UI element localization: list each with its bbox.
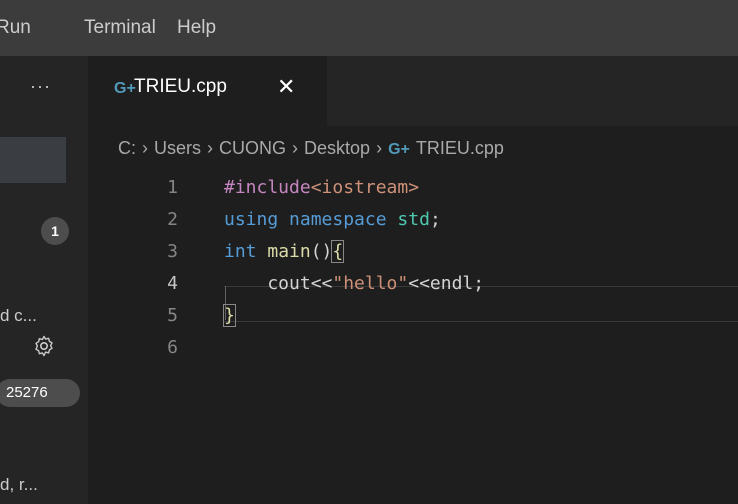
code-line[interactable]: 6	[88, 332, 738, 364]
code-text: cout<<"hello"<<endl;	[224, 268, 484, 300]
code-token: cout<<	[224, 273, 333, 294]
sidebar-search-box[interactable]	[0, 137, 66, 183]
code-token: {	[331, 240, 345, 263]
menu-terminal[interactable]: Terminal	[84, 14, 156, 42]
sidebar-count-badge: 1	[41, 217, 69, 245]
code-text: using namespace std;	[224, 204, 441, 236]
code-line[interactable]: 2 using namespace std;	[88, 204, 738, 236]
breadcrumb: C: › Users › CUONG › Desktop › G+ TRIEU.cpp	[118, 138, 504, 164]
code-line[interactable]: 4 cout<<"hello"<<endl;	[88, 268, 738, 300]
gear-icon[interactable]	[32, 334, 56, 358]
tab-label: TRIEU.cpp	[134, 76, 227, 97]
code-line[interactable]: 5}	[88, 300, 738, 332]
menu-bar: Run Terminal Help	[0, 0, 738, 56]
line-number: 2	[167, 209, 178, 230]
code-line[interactable]: 1 #include<iostream>	[88, 172, 738, 204]
menu-help[interactable]: Help	[177, 14, 216, 42]
code-token: }	[223, 304, 236, 327]
breadcrumb-drive[interactable]: C:	[118, 138, 136, 159]
code-token: ;	[429, 209, 441, 230]
sidebar-status-pill: 25276	[0, 379, 80, 407]
close-icon[interactable]: ✕	[277, 74, 295, 100]
code-editor[interactable]: 1 #include<iostream> 2 using namespace std;…	[88, 168, 738, 504]
sidebar: ··· 1 d c... 25276 d, r...	[0, 56, 88, 504]
vscode-window: Run Terminal Help ··· 1 d c... 25276 d, …	[0, 0, 738, 504]
line-number: 6	[167, 337, 178, 358]
code-token: main	[267, 241, 311, 262]
code-line[interactable]: 3 int main(){	[88, 236, 738, 268]
line-number: 5	[167, 305, 178, 326]
cpp-file-icon: G+	[388, 141, 410, 158]
tab-trieu-cpp[interactable]: G+ TRIEU.cpp ✕	[88, 56, 327, 126]
code-token: <<endl;	[408, 273, 485, 294]
code-token: #include	[224, 177, 311, 198]
code-token: using	[224, 209, 279, 230]
code-text: }	[223, 300, 236, 332]
chevron-right-icon: ›	[207, 138, 214, 158]
code-token: "hello"	[332, 273, 409, 294]
code-token: <iostream>	[310, 177, 420, 198]
breadcrumb-file[interactable]: TRIEU.cpp	[416, 138, 504, 159]
sidebar-more-actions-icon[interactable]: ···	[30, 76, 51, 97]
chevron-right-icon: ›	[142, 138, 148, 158]
chevron-right-icon: ›	[376, 138, 383, 158]
breadcrumb-users[interactable]: Users	[154, 138, 201, 159]
code-text: int main(){	[224, 236, 345, 268]
chevron-right-icon: ›	[292, 138, 299, 158]
sidebar-item-truncated[interactable]: d c...	[0, 306, 37, 326]
code-token: int	[224, 241, 257, 262]
code-text: #include<iostream>	[224, 172, 419, 204]
tab-bar: G+ TRIEU.cpp ✕	[88, 56, 738, 126]
line-number: 4	[167, 273, 178, 294]
breadcrumb-cuong[interactable]: CUONG	[219, 138, 286, 159]
breadcrumb-desktop[interactable]: Desktop	[304, 138, 370, 159]
sidebar-item-truncated-2[interactable]: d, r...	[0, 475, 38, 495]
menu-run[interactable]: Run	[0, 14, 31, 42]
code-token: ()	[310, 241, 333, 262]
line-number: 3	[167, 241, 178, 262]
code-token: std	[397, 209, 430, 230]
code-token: namespace	[289, 209, 387, 230]
line-number: 1	[167, 177, 178, 198]
cpp-file-icon: G+	[114, 80, 136, 97]
